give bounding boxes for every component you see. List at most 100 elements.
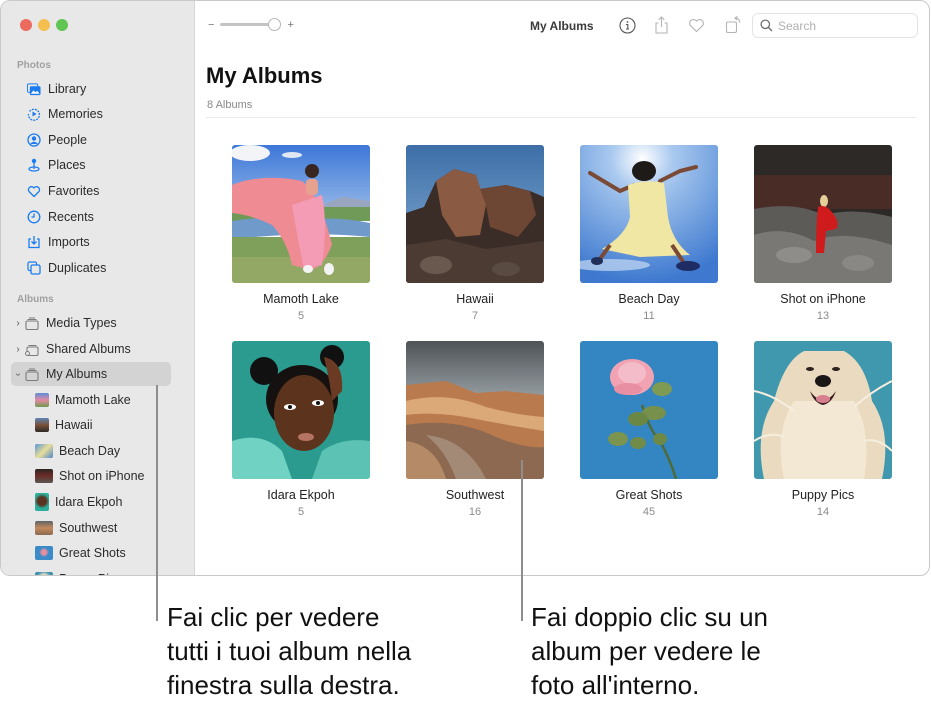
album-photo-count: 16 [468, 506, 482, 518]
sidebar-item-label: Library [48, 82, 87, 96]
people-icon [27, 133, 41, 147]
sidebar-album-idara-ekpoh[interactable]: Idara Ekpoh [35, 490, 122, 514]
album-photo-count: 13 [816, 310, 830, 322]
album-thumbnail[interactable] [754, 341, 892, 479]
zoom-slider[interactable]: − + [208, 18, 294, 31]
section-label-photos: Photos [17, 60, 51, 71]
zoom-in-icon[interactable]: + [287, 19, 293, 31]
album-tile-beach-day[interactable]: Beach Day 11 [569, 145, 729, 322]
sidebar-item-library[interactable]: Library [11, 77, 186, 101]
sidebar-album-label: Puppy Pics [59, 572, 122, 575]
heart-icon [688, 18, 704, 32]
album-thumbnail[interactable] [754, 145, 892, 283]
album-tile-idara-ekpoh[interactable]: Idara Ekpoh 5 [221, 341, 381, 518]
album-tile-great-shots[interactable]: Great Shots 45 [569, 341, 729, 518]
callout-right: Fai doppio clic su un album per vedere l… [531, 600, 768, 702]
album-name: Hawaii [456, 292, 494, 306]
sidebar-album-puppy-pics[interactable]: Puppy Pics [35, 567, 122, 575]
sidebar-album-great-shots[interactable]: Great Shots [35, 541, 126, 565]
import-icon [27, 235, 41, 249]
chevron-right-icon[interactable]: › [13, 318, 23, 329]
album-tile-hawaii[interactable]: Hawaii 7 [395, 145, 555, 322]
sidebar-item-label: Memories [48, 107, 103, 121]
album-name: Shot on iPhone [780, 292, 866, 306]
sidebar-item-label: Recents [48, 210, 94, 224]
sidebar-album-mamoth-lake[interactable]: Mamoth Lake [35, 388, 131, 412]
sidebar-item-people[interactable]: People [11, 128, 186, 152]
callout-line-text: finestra sulla destra. [167, 670, 400, 700]
album-photo-count: 5 [297, 310, 305, 322]
sidebar-item-label: Duplicates [48, 261, 107, 275]
album-tile-southwest[interactable]: Southwest 16 [395, 341, 555, 518]
album-thumbnail[interactable] [580, 145, 718, 283]
folder-icon [25, 367, 39, 381]
sidebar-album-label: Great Shots [59, 546, 126, 560]
info-icon [618, 16, 636, 34]
minimize-button[interactable] [38, 19, 50, 31]
rotate-button[interactable] [723, 15, 743, 35]
sidebar-item-memories[interactable]: Memories [11, 102, 186, 126]
callout-pointer-left [156, 385, 158, 621]
sidebar-item-places[interactable]: Places [11, 153, 186, 177]
sidebar-item-label: Shared Albums [46, 342, 131, 356]
zoom-slider-knob[interactable] [268, 18, 282, 31]
sidebar-item-imports[interactable]: Imports [11, 230, 186, 254]
header-divider [206, 117, 917, 118]
clock-icon [27, 210, 41, 224]
sidebar-item-label: My Albums [46, 367, 108, 381]
chevron-right-icon[interactable]: › [13, 344, 23, 355]
search-field[interactable] [752, 13, 918, 38]
zoom-button[interactable] [56, 19, 68, 31]
album-thumbnail[interactable] [406, 145, 544, 283]
album-thumbnail [35, 418, 49, 432]
share-icon [654, 16, 668, 34]
album-name: Beach Day [618, 292, 680, 306]
album-photo-count: 45 [642, 506, 656, 518]
album-photo-count: 7 [471, 310, 479, 322]
album-tile-mamoth-lake[interactable]: Mamoth Lake 5 [221, 145, 381, 322]
favorite-button[interactable] [686, 15, 706, 35]
album-photo-count: 5 [297, 506, 305, 518]
sidebar-item-label: Media Types [46, 316, 117, 330]
sidebar-album-southwest[interactable]: Southwest [35, 516, 117, 540]
sidebar-item-media-types[interactable]: › Media Types [11, 311, 171, 335]
sidebar-album-shot-on-iphone[interactable]: Shot on iPhone [35, 464, 145, 488]
album-thumbnail[interactable] [232, 341, 370, 479]
close-button[interactable] [20, 19, 32, 31]
album-tile-shot-on-iphone[interactable]: Shot on iPhone 13 [743, 145, 903, 322]
album-thumbnail [35, 444, 53, 458]
album-thumbnail [35, 572, 53, 575]
zoom-out-icon[interactable]: − [208, 19, 214, 31]
sidebar-album-beach-day[interactable]: Beach Day [35, 439, 120, 463]
search-input[interactable] [778, 18, 908, 33]
sidebar-item-recents[interactable]: Recents [11, 205, 186, 229]
album-count: 8 Albums [207, 99, 253, 111]
page-title: My Albums [206, 63, 323, 88]
callout-line-text: Fai clic per vedere [167, 602, 380, 632]
sidebar-item-my-albums[interactable]: › My Albums [11, 362, 171, 386]
sidebar-item-favorites[interactable]: Favorites [11, 179, 186, 203]
sidebar-item-label: Places [48, 158, 86, 172]
chevron-down-icon[interactable]: › [13, 369, 24, 379]
album-thumbnail [35, 546, 53, 560]
callout-pointer-right [521, 460, 523, 621]
share-button[interactable] [651, 15, 671, 35]
album-thumbnail[interactable] [232, 145, 370, 283]
section-label-albums: Albums [17, 294, 54, 305]
album-tile-puppy-pics[interactable]: Puppy Pics 14 [743, 341, 903, 518]
album-thumbnail[interactable] [580, 341, 718, 479]
zoom-slider-track[interactable] [220, 23, 271, 26]
album-photo-count: 14 [816, 506, 830, 518]
album-thumbnail [35, 521, 53, 535]
callout-left: Fai clic per vedere tutti i tuoi album n… [167, 600, 411, 702]
sidebar-item-duplicates[interactable]: Duplicates [11, 256, 186, 280]
sidebar-item-shared-albums[interactable]: › Shared Albums [11, 337, 171, 361]
album-name: Great Shots [615, 488, 683, 502]
sidebar-album-label: Beach Day [59, 444, 121, 458]
callout-line-text: foto all'interno. [531, 670, 700, 700]
info-button[interactable] [617, 15, 637, 35]
toolbar-title: My Albums [530, 19, 594, 33]
sidebar-item-label: Favorites [48, 184, 100, 198]
album-thumbnail[interactable] [406, 341, 544, 479]
sidebar-album-hawaii[interactable]: Hawaii [35, 413, 93, 437]
